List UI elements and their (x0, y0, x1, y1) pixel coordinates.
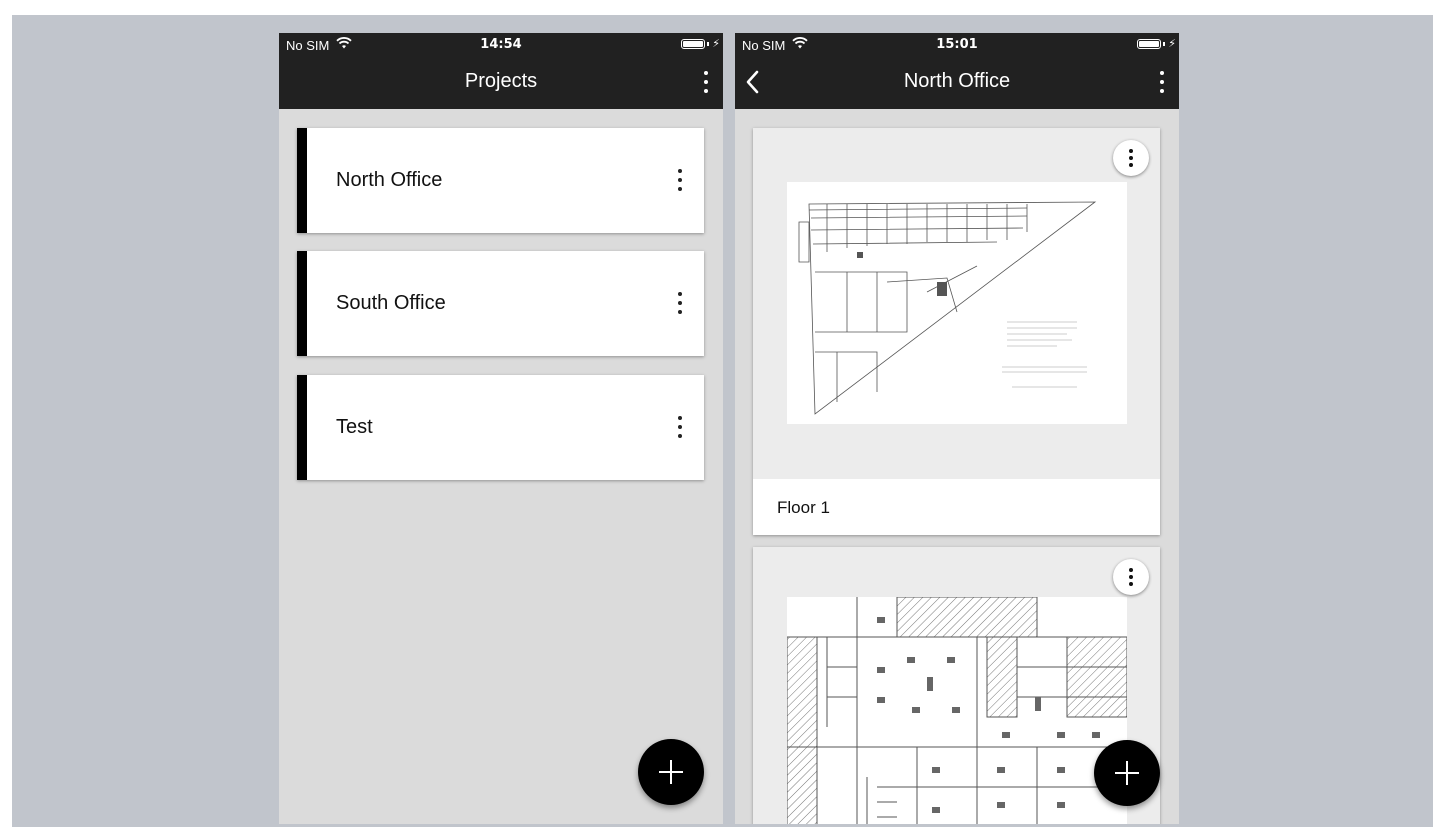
projects-screen: No SIM 14:54 ⚡ Projects North Office Sou… (279, 33, 723, 824)
add-project-button[interactable] (638, 739, 704, 805)
battery-tip (1163, 42, 1165, 46)
bolt-icon: ⚡ (712, 38, 720, 50)
project-name: South Office (336, 292, 446, 314)
more-vert-icon[interactable] (701, 71, 711, 93)
app-bar: No SIM 15:01 ⚡ North Office (735, 33, 1179, 109)
bolt-icon: ⚡ (1168, 38, 1176, 50)
project-card-south-office[interactable]: South Office (297, 251, 704, 356)
project-detail-screen: No SIM 15:01 ⚡ North Office Floor 1 (735, 33, 1179, 824)
status-bar: No SIM 14:54 ⚡ (279, 33, 723, 59)
battery-tip (707, 42, 709, 46)
page-title: North Office (903, 70, 1011, 92)
more-vert-icon (1129, 568, 1133, 586)
clock: 15:01 (936, 37, 978, 52)
floor-plan-image (787, 597, 1127, 824)
battery-icon (1137, 39, 1161, 49)
floor-options-button[interactable] (1113, 559, 1149, 595)
more-vert-icon[interactable] (676, 416, 684, 438)
project-card-test[interactable]: Test (297, 375, 704, 480)
floor-name: Floor 1 (777, 498, 830, 517)
more-vert-icon[interactable] (676, 292, 684, 314)
floor-plan-thumbnail (753, 128, 1160, 479)
project-card-north-office[interactable]: North Office (297, 128, 704, 233)
more-vert-icon (1129, 149, 1133, 167)
add-floor-button[interactable] (1094, 740, 1160, 806)
floor-plan-image (787, 182, 1127, 424)
project-name: Test (336, 416, 373, 438)
more-vert-icon[interactable] (676, 169, 684, 191)
battery-icon (681, 39, 705, 49)
clock: 14:54 (480, 37, 522, 52)
status-bar: No SIM 15:01 ⚡ (735, 33, 1179, 59)
project-name: North Office (336, 169, 443, 191)
app-bar: No SIM 14:54 ⚡ Projects (279, 33, 723, 109)
floor-card-floor-1[interactable]: Floor 1 (753, 128, 1160, 535)
more-vert-icon[interactable] (1157, 71, 1167, 93)
page-title: Projects (464, 70, 538, 92)
floor-options-button[interactable] (1113, 140, 1149, 176)
